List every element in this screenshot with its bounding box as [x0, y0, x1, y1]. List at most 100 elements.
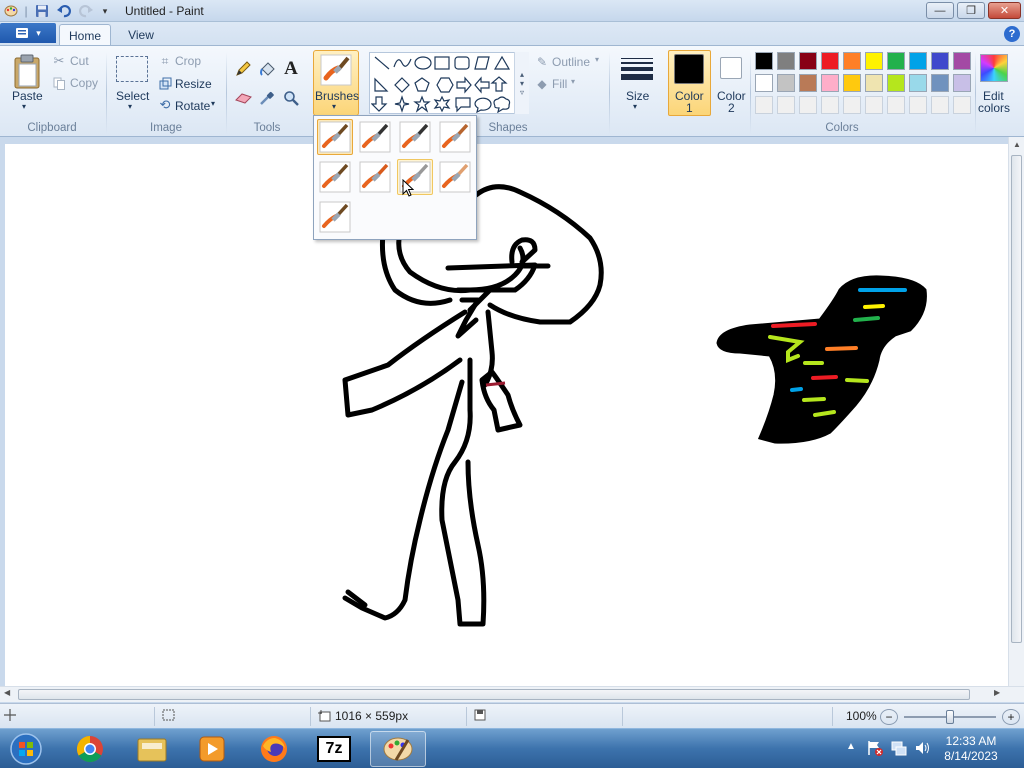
palette-color-swatch[interactable] [755, 52, 773, 70]
palette-color-swatch[interactable] [931, 52, 949, 70]
crop-button[interactable]: Crop [175, 54, 201, 68]
natural-pencil-icon[interactable] [437, 159, 473, 195]
paint-menu-button[interactable]: ▾ [0, 23, 56, 43]
calligraphy-brush-1-icon[interactable] [357, 119, 393, 155]
custom-color-slot[interactable] [821, 96, 839, 114]
paint-app-icon[interactable] [3, 3, 19, 19]
rotate-dropdown-icon[interactable]: ▾ [211, 99, 215, 108]
custom-color-slot[interactable] [777, 96, 795, 114]
vertical-scrollbar[interactable]: ▲ [1008, 137, 1024, 686]
system-clock[interactable]: 12:33 AM 8/14/2023 [940, 734, 1002, 764]
fill-button[interactable]: Fill [552, 77, 567, 91]
palette-color-swatch[interactable] [887, 74, 905, 92]
custom-color-slot[interactable] [865, 96, 883, 114]
palette-color-swatch[interactable] [821, 74, 839, 92]
horizontal-scrollbar[interactable]: ◀ ▶ [0, 686, 1024, 702]
media-player-icon[interactable] [184, 731, 240, 767]
watercolor-brush-icon[interactable] [317, 199, 353, 235]
paste-dropdown-icon[interactable]: ▾ [22, 102, 26, 111]
action-center-flag-icon[interactable] [866, 739, 884, 757]
7zip-icon[interactable]: 7z [306, 731, 362, 767]
palette-color-swatch[interactable] [799, 74, 817, 92]
airbrush-icon[interactable] [437, 119, 473, 155]
palette-color-swatch[interactable] [909, 52, 927, 70]
horizontal-scroll-thumb[interactable] [18, 689, 970, 700]
edit-colors-icon[interactable] [980, 54, 1008, 82]
custom-color-slot[interactable] [887, 96, 905, 114]
undo-icon[interactable] [56, 3, 72, 19]
palette-color-swatch[interactable] [931, 74, 949, 92]
tab-view[interactable]: View [115, 24, 167, 46]
size-icon[interactable] [619, 52, 655, 86]
select-button[interactable]: Select [116, 89, 149, 103]
custom-color-slot[interactable] [843, 96, 861, 114]
palette-color-swatch[interactable] [953, 52, 971, 70]
custom-color-slot[interactable] [953, 96, 971, 114]
paint-icon[interactable] [370, 731, 426, 767]
text-tool-icon[interactable]: A [281, 58, 301, 80]
select-dropdown-icon[interactable]: ▾ [128, 102, 132, 111]
zoom-slider-thumb[interactable] [946, 710, 954, 724]
show-hidden-icons-icon[interactable]: ▲ [846, 741, 856, 752]
resize-button[interactable]: Resize [175, 77, 212, 91]
palette-color-swatch[interactable] [953, 74, 971, 92]
palette-color-swatch[interactable] [887, 52, 905, 70]
zoom-in-button[interactable]: + [1002, 709, 1020, 725]
maximize-button[interactable]: ❐ [957, 2, 985, 19]
pencil-icon[interactable] [233, 59, 253, 79]
fill-dropdown-icon[interactable]: ▾ [571, 77, 575, 86]
color-picker-icon[interactable] [257, 88, 277, 108]
crayon-icon[interactable] [357, 159, 393, 195]
color2-swatch[interactable] [720, 57, 742, 79]
drawing-canvas[interactable] [5, 144, 1008, 686]
palette-color-swatch[interactable] [799, 52, 817, 70]
palette-color-swatch[interactable] [777, 74, 795, 92]
calligraphy-brush-2-icon[interactable] [397, 119, 433, 155]
firefox-icon[interactable] [246, 731, 302, 767]
paste-button[interactable] [9, 52, 45, 92]
custom-color-slot[interactable] [909, 96, 927, 114]
close-button[interactable]: ✕ [988, 2, 1021, 19]
scroll-right-icon[interactable]: ▶ [994, 688, 1006, 700]
start-orb-icon[interactable] [2, 731, 50, 767]
copy-button[interactable]: Copy [70, 76, 98, 90]
brush-icon[interactable] [317, 119, 353, 155]
tab-home[interactable]: Home [59, 24, 111, 46]
network-icon[interactable] [890, 739, 908, 757]
palette-color-swatch[interactable] [843, 74, 861, 92]
palette-color-swatch[interactable] [821, 52, 839, 70]
eraser-icon[interactable] [233, 88, 253, 108]
shapes-scroll[interactable]: ▴ ▾ ▿ [514, 52, 529, 114]
custom-color-slot[interactable] [755, 96, 773, 114]
chrome-icon[interactable] [62, 731, 118, 767]
edit-colors-label-2[interactable]: colors [978, 101, 1010, 115]
palette-color-swatch[interactable] [843, 52, 861, 70]
magnifier-icon[interactable] [281, 88, 301, 108]
custom-color-slot[interactable] [799, 96, 817, 114]
fill-bucket-icon[interactable] [257, 59, 277, 79]
save-icon[interactable] [34, 3, 50, 19]
size-dropdown-icon[interactable]: ▾ [633, 102, 637, 111]
select-icon[interactable] [116, 56, 148, 82]
redo-icon[interactable] [78, 3, 94, 19]
scroll-up-icon[interactable]: ▲ [1010, 140, 1024, 152]
zoom-slider[interactable] [904, 710, 996, 724]
outline-dropdown-icon[interactable]: ▾ [595, 55, 599, 64]
palette-color-swatch[interactable] [755, 74, 773, 92]
help-icon[interactable]: ? [1004, 26, 1020, 42]
customize-qat-chevron-icon[interactable]: ▾ [98, 3, 112, 19]
volume-icon[interactable] [914, 739, 932, 757]
custom-color-slot[interactable] [931, 96, 949, 114]
palette-color-swatch[interactable] [865, 52, 883, 70]
file-explorer-icon[interactable] [124, 731, 180, 767]
palette-color-swatch[interactable] [777, 52, 795, 70]
minimize-button[interactable]: — [926, 2, 954, 19]
cut-button[interactable]: Cut [70, 54, 89, 68]
oil-brush-icon[interactable] [317, 159, 353, 195]
palette-color-swatch[interactable] [865, 74, 883, 92]
outline-button[interactable]: Outline [552, 55, 590, 69]
vertical-scroll-thumb[interactable] [1011, 155, 1022, 643]
scroll-left-icon[interactable]: ◀ [4, 688, 16, 700]
palette-color-swatch[interactable] [909, 74, 927, 92]
zoom-out-button[interactable]: − [880, 709, 898, 725]
